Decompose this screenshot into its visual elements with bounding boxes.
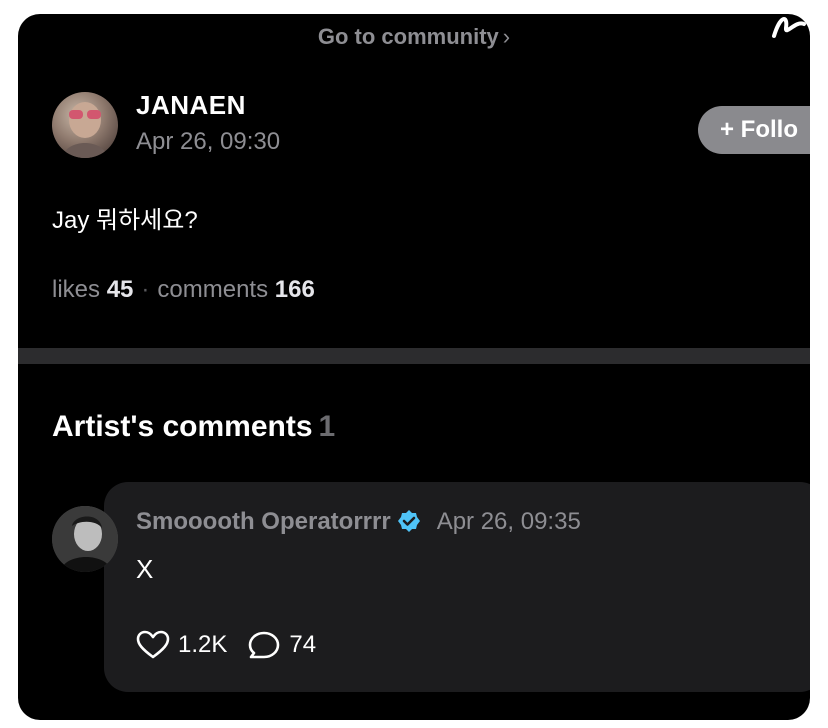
artist-comments-title: Artist's comments bbox=[52, 410, 313, 443]
author-avatar[interactable] bbox=[52, 92, 118, 158]
comment-bubble-icon bbox=[249, 631, 280, 659]
likes-label: likes bbox=[52, 276, 101, 303]
like-button[interactable]: 1.2K bbox=[136, 630, 227, 660]
go-to-community-link[interactable]: Go to community › bbox=[18, 24, 810, 50]
handwriting-glyph-icon bbox=[772, 17, 806, 38]
artist-comments-heading: Artist's comments 1 bbox=[52, 410, 335, 444]
post-screen: Go to community › JANAEN Apr 26, 09:30 + … bbox=[18, 14, 810, 720]
author-name[interactable]: JANAEN bbox=[136, 90, 246, 121]
comment-text: X bbox=[136, 554, 154, 584]
comment-header: Smooooth Operatorrrr Apr 26, 09:35 bbox=[136, 508, 581, 536]
section-divider bbox=[18, 348, 810, 364]
post-stats: likes 45 · comments 166 bbox=[52, 276, 315, 304]
comments-label[interactable]: comments bbox=[157, 276, 268, 303]
heart-icon bbox=[136, 630, 170, 659]
comment-timestamp: Apr 26, 09:35 bbox=[436, 508, 581, 535]
reply-count: 74 bbox=[289, 631, 317, 658]
commenter-name[interactable]: Smooooth Operatorrrr bbox=[136, 508, 391, 535]
chevron-right-icon: › bbox=[502, 24, 511, 49]
comment-actions: 1.2K 74 bbox=[136, 630, 336, 660]
like-count: 1.2K bbox=[178, 631, 228, 658]
reply-button[interactable]: 74 bbox=[247, 630, 316, 660]
stats-separator: · bbox=[141, 276, 150, 303]
artist-comments-count: 1 bbox=[318, 410, 336, 443]
follow-button[interactable]: + Follo bbox=[698, 106, 810, 154]
verified-badge-icon bbox=[397, 510, 420, 532]
likes-count: 45 bbox=[106, 276, 134, 303]
comments-count[interactable]: 166 bbox=[275, 276, 315, 303]
post-text: Jay 뭐하세요? bbox=[52, 207, 198, 234]
community-link-label: Go to community bbox=[317, 24, 499, 49]
artist-comment-card[interactable]: Smooooth Operatorrrr Apr 26, 09:35 X 1.2… bbox=[104, 482, 810, 692]
post-timestamp: Apr 26, 09:30 bbox=[136, 128, 281, 155]
artist-avatar[interactable] bbox=[52, 506, 118, 572]
